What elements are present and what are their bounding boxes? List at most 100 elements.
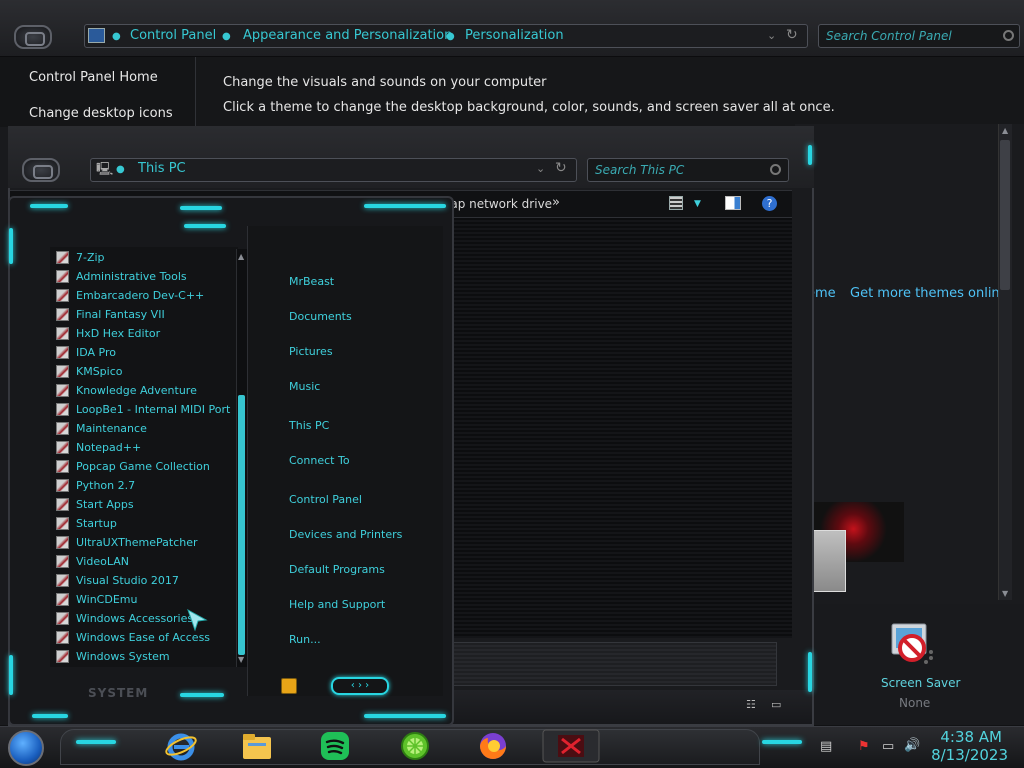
lime-icon[interactable] [398,729,432,763]
list-item[interactable]: Knowledge Adventure [50,381,238,400]
list-item[interactable]: Windows System [50,647,238,666]
glow-accent [808,145,812,165]
start-item-devices-printers[interactable]: Devices and Printers [289,528,402,541]
folder-icon [56,422,69,435]
firefox-icon[interactable] [476,729,510,763]
folder-icon [56,346,69,359]
internet-explorer-icon[interactable] [164,729,198,763]
glow-accent [9,228,13,264]
scroll-up-icon[interactable]: ▲ [238,252,244,261]
list-item[interactable]: Notepad++ [50,438,238,457]
scroll-down-icon[interactable]: ▼ [1002,589,1008,598]
refresh-icon[interactable]: ↻ [555,160,567,176]
glow-accent [808,652,812,692]
breadcrumb-control-panel[interactable]: Control Panel [130,28,216,43]
list-item[interactable]: Maintenance [50,419,238,438]
control-panel-home-link[interactable]: Control Panel Home [29,70,158,85]
control-panel-main [196,57,1024,127]
list-item[interactable]: Administrative Tools [50,267,238,286]
preview-pane-icon[interactable] [725,196,741,210]
breadcrumb-appearance[interactable]: Appearance and Personalization [243,28,452,43]
list-item[interactable]: Popcap Game Collection [50,457,238,476]
list-item[interactable]: LoopBe1 - Internal MIDI Port [50,400,238,419]
large-icons-view-icon[interactable]: ▭ [771,698,781,711]
list-item[interactable]: Startup [50,514,238,533]
breadcrumb-separator-icon: ● [116,164,125,175]
screen-saver-label[interactable]: Screen Saver [881,676,960,690]
control-panel-scroll-thumb[interactable] [1000,140,1010,290]
shutdown-options-button[interactable]: ‹ › › [331,677,389,695]
volume-icon[interactable]: 🔊 [904,738,920,753]
program-label: Popcap Game Collection [76,460,210,473]
search-placeholder: Search Control Panel [826,29,952,43]
glow-accent [30,204,68,208]
power-icon[interactable] [281,678,297,694]
mouse-cursor-icon [187,608,208,632]
search-icon[interactable] [1003,30,1014,41]
list-item[interactable]: KMSpico [50,362,238,381]
clock-date[interactable]: 8/13/2023 [930,746,1008,764]
map-network-drive-button[interactable]: Map network drive [440,197,552,211]
breadcrumb-personalization[interactable]: Personalization [465,28,564,43]
list-item[interactable]: Windows Ease of Access [50,628,238,647]
list-item[interactable]: WinCDEmu [50,590,238,609]
list-item[interactable]: VideoLAN [50,552,238,571]
details-view-icon[interactable]: ☷ [746,698,756,711]
spotify-icon[interactable] [318,729,352,763]
start-item-default-programs[interactable]: Default Programs [289,563,385,576]
game-icon[interactable] [542,729,600,763]
start-item-help-support[interactable]: Help and Support [289,598,385,611]
refresh-icon[interactable]: ↻ [786,27,798,43]
start-item-run[interactable]: Run... [289,633,321,646]
change-desktop-icons-link[interactable]: Change desktop icons [29,106,173,121]
file-explorer-icon[interactable] [240,729,274,763]
start-item-user[interactable]: MrBeast [289,275,334,288]
start-item-this-pc[interactable]: This PC [289,419,329,432]
scroll-up-icon[interactable]: ▲ [1002,126,1008,135]
breadcrumb-separator-icon: ● [446,31,455,42]
help-icon[interactable]: ? [762,196,777,211]
action-center-flag-icon[interactable]: ⚑ [858,739,870,754]
start-item-documents[interactable]: Documents [289,310,352,323]
start-item-control-panel[interactable]: Control Panel [289,493,362,506]
program-label: Windows Accessories [76,612,194,625]
system-label: SYSTEM [88,686,149,700]
network-icon[interactable]: ▭ [882,739,894,754]
programs-scroll-thumb[interactable] [238,395,245,655]
control-panel-icon [88,28,105,43]
search-icon[interactable] [770,164,781,175]
view-options-icon[interactable] [669,196,683,210]
this-pc-search-input[interactable]: Search This PC [587,158,789,182]
window-emblem-icon [14,25,52,49]
list-item[interactable]: Python 2.7 [50,476,238,495]
list-item[interactable]: HxD Hex Editor [50,324,238,343]
get-more-themes-link[interactable]: Get more themes online [850,286,1008,301]
folder-icon [56,574,69,587]
control-panel-search-input[interactable]: Search Control Panel [818,24,1020,48]
explorer-content-pane[interactable] [452,218,792,638]
list-item[interactable]: Windows Accessories [50,609,238,628]
address-this-pc[interactable]: This PC [138,161,186,176]
glow-accent [9,655,13,695]
start-item-connect-to[interactable]: Connect To [289,454,350,467]
scroll-down-icon[interactable]: ▼ [238,655,244,664]
chevron-down-icon[interactable]: ⌄ [536,162,545,175]
list-item[interactable]: Start Apps [50,495,238,514]
start-item-pictures[interactable]: Pictures [289,345,333,358]
chevron-down-icon[interactable]: ⌄ [767,29,776,42]
clock-time[interactable]: 4:38 AM [930,728,1002,746]
chevron-down-icon[interactable]: ▼ [694,199,701,209]
list-item[interactable]: 7-Zip [50,248,238,267]
show-desktop-icon[interactable]: ▤ [820,739,832,754]
screen-saver-icon[interactable] [888,622,936,666]
list-item[interactable]: IDA Pro [50,343,238,362]
list-item[interactable]: Visual Studio 2017 [50,571,238,590]
start-item-music[interactable]: Music [289,380,320,393]
toolbar-overflow-button[interactable]: » [552,195,560,210]
list-item[interactable]: Embarcadero Dev-C++ [50,286,238,305]
list-item[interactable]: UltraUXThemePatcher [50,533,238,552]
start-button[interactable] [8,730,44,766]
folder-icon [56,479,69,492]
list-item[interactable]: Final Fantasy VII [50,305,238,324]
program-label: Startup [76,517,117,530]
